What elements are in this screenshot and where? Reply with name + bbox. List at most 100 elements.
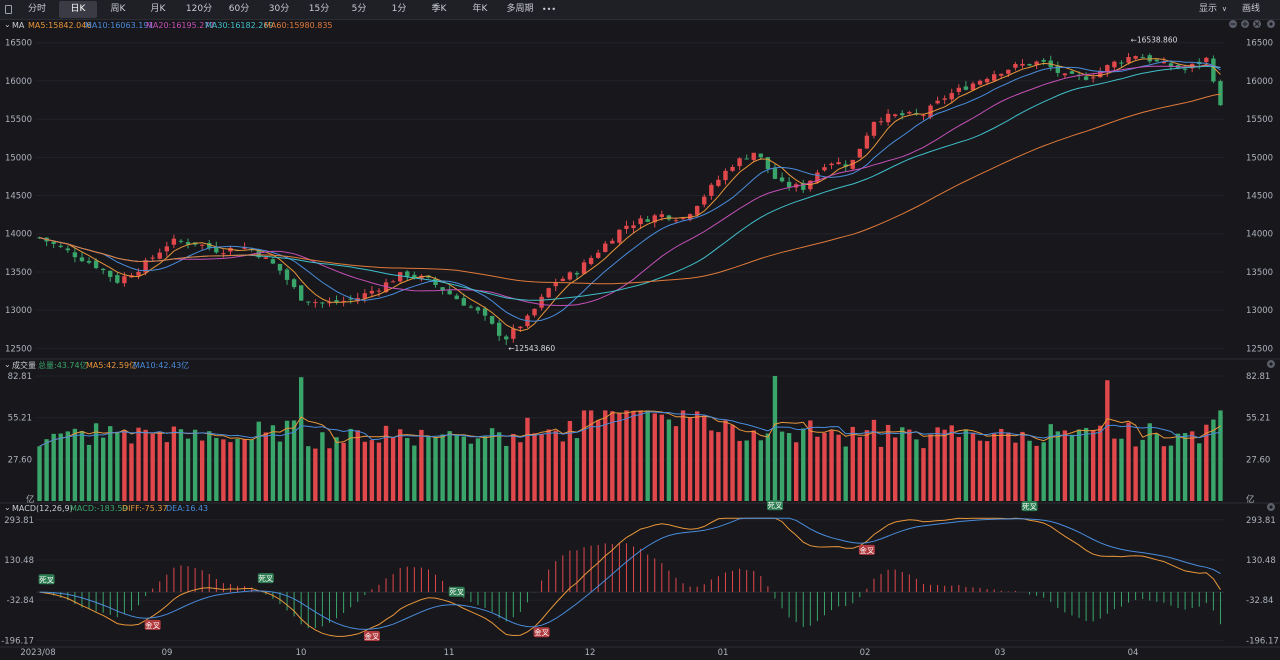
volume-bar bbox=[1055, 431, 1061, 501]
candle bbox=[482, 308, 488, 316]
volume-bar bbox=[518, 442, 523, 501]
tab-1min[interactable]: 1分 bbox=[382, 1, 416, 18]
volume-bar bbox=[256, 421, 261, 501]
tab-monthly-k[interactable]: 月K bbox=[140, 1, 176, 18]
candle bbox=[942, 98, 947, 100]
volume-ma5-legend: MA5:42.59亿 bbox=[86, 360, 137, 370]
candle bbox=[624, 225, 629, 229]
tab-yearly-k[interactable]: 年K bbox=[462, 1, 498, 18]
display-menu-button[interactable]: 显示 ∨ bbox=[1196, 1, 1230, 18]
main-ytick-right: 15000 bbox=[1246, 153, 1273, 163]
minimize-icon[interactable] bbox=[1229, 20, 1237, 28]
tab-120min[interactable]: 120分 bbox=[180, 1, 218, 18]
candle bbox=[58, 245, 63, 247]
volume-ytick-right: 27.60 bbox=[1246, 455, 1270, 465]
candle bbox=[461, 298, 467, 306]
candle bbox=[1013, 64, 1018, 68]
volume-label: 成交量 bbox=[12, 360, 36, 370]
volume-chevron-icon[interactable]: ⌄ bbox=[4, 360, 11, 369]
main-ytick-right: 16500 bbox=[1246, 39, 1273, 49]
macd-chevron-icon[interactable]: ⌄ bbox=[4, 503, 11, 512]
volume-bar bbox=[263, 432, 269, 501]
main-ytick-left: 16500 bbox=[5, 39, 32, 49]
maximize-icon[interactable] bbox=[1241, 20, 1249, 28]
volume-bar bbox=[355, 430, 360, 501]
candle bbox=[878, 121, 884, 123]
tab-weekly-k[interactable]: 周K bbox=[100, 1, 136, 18]
main-ytick-left: 13500 bbox=[5, 268, 32, 278]
candle bbox=[638, 218, 643, 225]
volume-bar bbox=[765, 433, 771, 501]
volume-settings-icon[interactable] bbox=[1267, 360, 1275, 368]
candle bbox=[723, 170, 728, 181]
candle bbox=[1211, 58, 1216, 82]
candle bbox=[221, 253, 226, 255]
candle bbox=[475, 307, 481, 311]
main-chevron-icon[interactable]: ⌄ bbox=[4, 20, 11, 29]
macd-settings-icon[interactable] bbox=[1267, 503, 1275, 511]
panel-toggle-icon[interactable] bbox=[2, 1, 14, 18]
tab-multi-period[interactable]: 多周期 bbox=[502, 1, 538, 18]
candle bbox=[199, 244, 205, 246]
volume-bar bbox=[779, 431, 785, 501]
kline-chart[interactable]: ←16538.860←12543.860 死叉金叉死叉金叉死叉金叉死叉金叉死叉 … bbox=[0, 20, 1280, 660]
volume-bar bbox=[659, 414, 665, 501]
ma5-legend: MA5:15842.046 bbox=[28, 21, 91, 30]
volume-bar bbox=[348, 428, 353, 501]
main-ytick-right: 13000 bbox=[1246, 306, 1273, 316]
badge-text: 死叉 bbox=[767, 501, 782, 510]
volume-bar bbox=[1218, 410, 1223, 501]
panel-controls bbox=[1229, 20, 1275, 511]
tab-daily-k[interactable]: 日K bbox=[59, 1, 97, 18]
tab-quarterly-k[interactable]: 季K bbox=[420, 1, 458, 18]
candle bbox=[454, 295, 459, 300]
volume-bar bbox=[86, 444, 92, 501]
volume-bar bbox=[397, 429, 403, 501]
display-label: 显示 bbox=[1198, 4, 1217, 14]
volume-bar bbox=[999, 428, 1004, 501]
tab-5min[interactable]: 5分 bbox=[342, 1, 376, 18]
volume-bar bbox=[977, 440, 983, 501]
candle bbox=[970, 83, 976, 91]
main-settings-icon[interactable] bbox=[1267, 20, 1275, 28]
tab-timeshare[interactable]: 分时 bbox=[20, 1, 54, 18]
tab-30min[interactable]: 30分 bbox=[262, 1, 296, 18]
volume-bar bbox=[560, 441, 566, 501]
tab-15min[interactable]: 15分 bbox=[302, 1, 336, 18]
candle bbox=[956, 87, 962, 92]
candle bbox=[963, 86, 969, 90]
candle bbox=[977, 80, 983, 85]
candle bbox=[51, 241, 56, 244]
volume-bar bbox=[376, 442, 382, 501]
x-tick: 03 bbox=[995, 648, 1006, 658]
candle bbox=[1119, 62, 1124, 64]
macd-ytick-right: 130.48 bbox=[1246, 556, 1276, 566]
candle bbox=[921, 115, 926, 117]
golden-cross-badge: 金叉 bbox=[144, 619, 161, 630]
tab-60min[interactable]: 60分 bbox=[222, 1, 256, 18]
candle bbox=[72, 252, 78, 258]
volume-bar bbox=[192, 429, 198, 501]
main-ytick-right: 14500 bbox=[1246, 192, 1273, 202]
badge-text: 死叉 bbox=[39, 575, 54, 584]
candle bbox=[546, 288, 551, 298]
draw-line-button[interactable]: 画线 bbox=[1234, 1, 1268, 18]
badge-text: 死叉 bbox=[449, 588, 464, 597]
x-tick: 02 bbox=[860, 648, 871, 658]
volume-bar bbox=[935, 427, 940, 501]
volume-bar bbox=[277, 441, 283, 501]
volume-bar bbox=[539, 433, 544, 501]
candle bbox=[892, 114, 898, 117]
main-indicator-label: MA bbox=[12, 21, 25, 30]
volume-bar bbox=[1105, 380, 1110, 501]
volume-bar bbox=[949, 425, 954, 501]
candle bbox=[581, 262, 587, 274]
volume-bar bbox=[115, 432, 120, 501]
close-icon[interactable] bbox=[1253, 20, 1261, 28]
more-icon[interactable]: ••• bbox=[540, 1, 558, 18]
volume-bar bbox=[454, 434, 459, 501]
candle bbox=[744, 158, 749, 160]
volume-bar bbox=[58, 433, 63, 501]
candle bbox=[645, 219, 650, 222]
candle bbox=[709, 184, 714, 196]
